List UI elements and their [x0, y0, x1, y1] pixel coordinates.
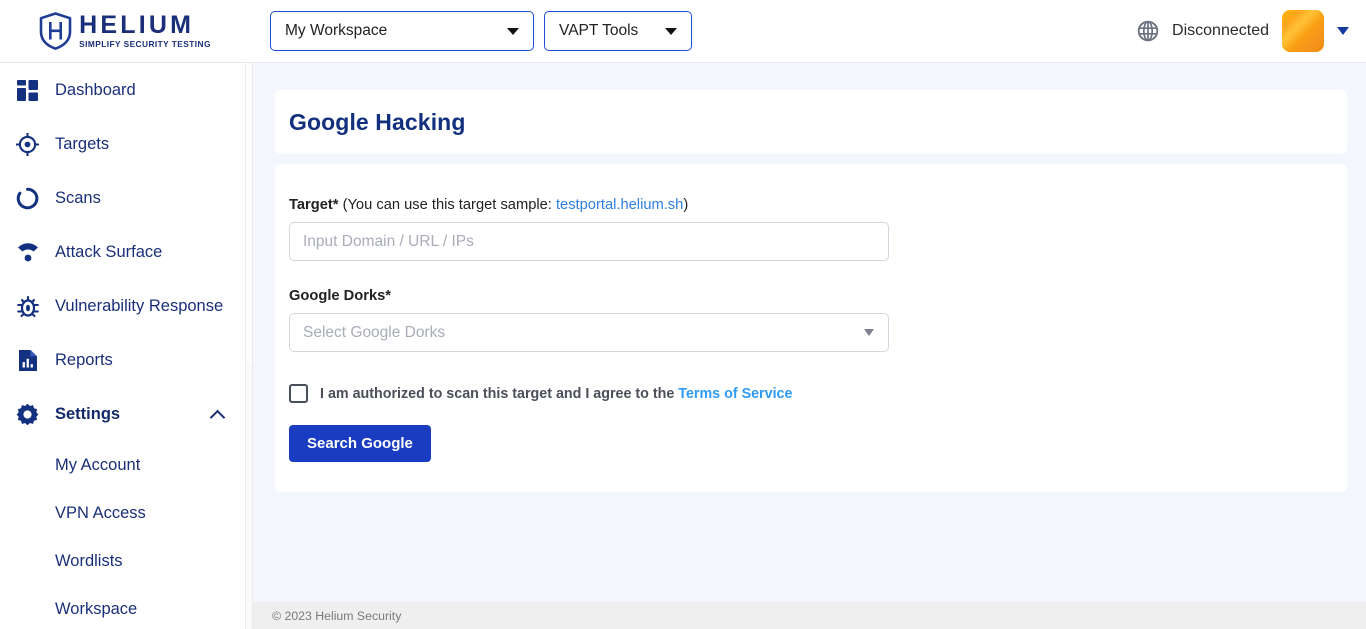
sidebar-item-label: Attack Surface [55, 242, 163, 261]
brand-tagline: SIMPLIFY SECURITY TESTING [79, 38, 211, 49]
gear-icon [15, 402, 40, 427]
page-title: Google Hacking [289, 108, 466, 135]
target-sample-link[interactable]: testportal.helium.sh [556, 197, 683, 213]
sidebar-item-dashboard[interactable]: Dashboard [0, 63, 245, 117]
sidebar-scrollbar-thumb[interactable] [246, 63, 252, 363]
chevron-down-icon [665, 27, 677, 35]
google-dorks-placeholder: Select Google Dorks [303, 323, 446, 341]
google-dorks-select[interactable]: Select Google Dorks [289, 313, 889, 352]
consent-label: I am authorized to scan this target and … [320, 386, 792, 402]
scan-circle-icon [15, 186, 40, 211]
header-selectors: My Workspace VAPT Tools [270, 11, 692, 51]
dashboard-grid-icon [15, 78, 40, 103]
brand-name: HELIUM [79, 11, 195, 40]
chevron-down-icon [507, 27, 519, 35]
radar-signal-icon [15, 240, 40, 265]
sidebar-subitem-label: Workspace [55, 599, 138, 618]
sidebar-item-settings[interactable]: Settings [0, 387, 245, 441]
target-label-text: Target* [289, 197, 339, 213]
sidebar-item-wordlists[interactable]: Wordlists [0, 537, 245, 585]
sidebar-item-label: Scans [55, 188, 101, 207]
top-header-bar: HELIUM SIMPLIFY SECURITY TESTING My Work… [0, 0, 1366, 63]
sidebar-item-label: Settings [55, 404, 121, 423]
globe-icon [1137, 20, 1159, 42]
dorks-label-text: Google Dorks* [289, 288, 392, 304]
consent-text: I am authorized to scan this target and … [320, 385, 679, 402]
chevron-up-icon[interactable] [209, 409, 226, 426]
scan-form-card: Target* (You can use this target sample:… [275, 164, 1347, 492]
sidebar-item-label: Vulnerability Response [55, 296, 224, 315]
footer-copyright: © 2023 Helium Security [272, 608, 402, 623]
brand-logo[interactable]: HELIUM SIMPLIFY SECURITY TESTING [0, 0, 250, 63]
target-input[interactable] [289, 222, 889, 261]
target-crosshair-icon [15, 132, 40, 157]
target-field-label: Target* (You can use this target sample:… [289, 197, 1333, 213]
sidebar-item-my-account[interactable]: My Account [0, 441, 245, 489]
connection-status: Disconnected [1172, 22, 1269, 39]
target-note-prefix: (You can use this target sample: [338, 197, 556, 213]
sidebar-subitem-label: VPN Access [55, 503, 146, 522]
vapt-tools-label: VAPT Tools [559, 22, 639, 39]
target-note-suffix: ) [683, 197, 689, 213]
sidebar-item-targets[interactable]: Targets [0, 117, 245, 171]
sidebar-item-reports[interactable]: Reports [0, 333, 245, 387]
workspace-selector[interactable]: My Workspace [270, 11, 534, 51]
sidebar-item-scans[interactable]: Scans [0, 171, 245, 225]
shield-icon [39, 12, 72, 50]
page-title-card: Google Hacking [275, 90, 1347, 154]
account-chevron-down-icon[interactable] [1337, 27, 1349, 35]
sidebar-item-vulnerability-response[interactable]: Vulnerability Response [0, 279, 245, 333]
header-right-cluster: Disconnected [1137, 10, 1366, 52]
bug-icon [15, 294, 40, 319]
sidebar-item-label: Reports [55, 350, 113, 369]
dorks-field-label: Google Dorks* [289, 288, 1333, 304]
search-google-button[interactable]: Search Google [289, 425, 431, 462]
chevron-down-icon [864, 329, 874, 336]
avatar[interactable] [1282, 10, 1324, 52]
sidebar-subitem-label: My Account [55, 455, 141, 474]
workspace-selector-label: My Workspace [285, 22, 388, 39]
sidebar-item-vpn-access[interactable]: VPN Access [0, 489, 245, 537]
vapt-tools-selector[interactable]: VAPT Tools [544, 11, 692, 51]
authorization-checkbox[interactable] [289, 384, 308, 403]
main-content-area: Google Hacking Target* (You can use this… [253, 63, 1366, 629]
sidebar-subitem-label: Wordlists [55, 551, 123, 570]
sidebar-item-label: Targets [55, 134, 110, 153]
consent-row: I am authorized to scan this target and … [289, 384, 1333, 403]
sidebar-item-attack-surface[interactable]: Attack Surface [0, 225, 245, 279]
terms-of-service-link[interactable]: Terms of Service [678, 386, 792, 402]
sidebar-item-label: Dashboard [55, 80, 136, 99]
sidebar-navigation: Dashboard Targets Scans Attack Surface V… [0, 63, 246, 629]
sidebar-item-workspace[interactable]: Workspace [0, 585, 245, 629]
sidebar-scrollbar[interactable] [245, 63, 253, 629]
report-document-icon [15, 348, 40, 373]
page-footer: © 2023 Helium Security [253, 602, 1366, 629]
